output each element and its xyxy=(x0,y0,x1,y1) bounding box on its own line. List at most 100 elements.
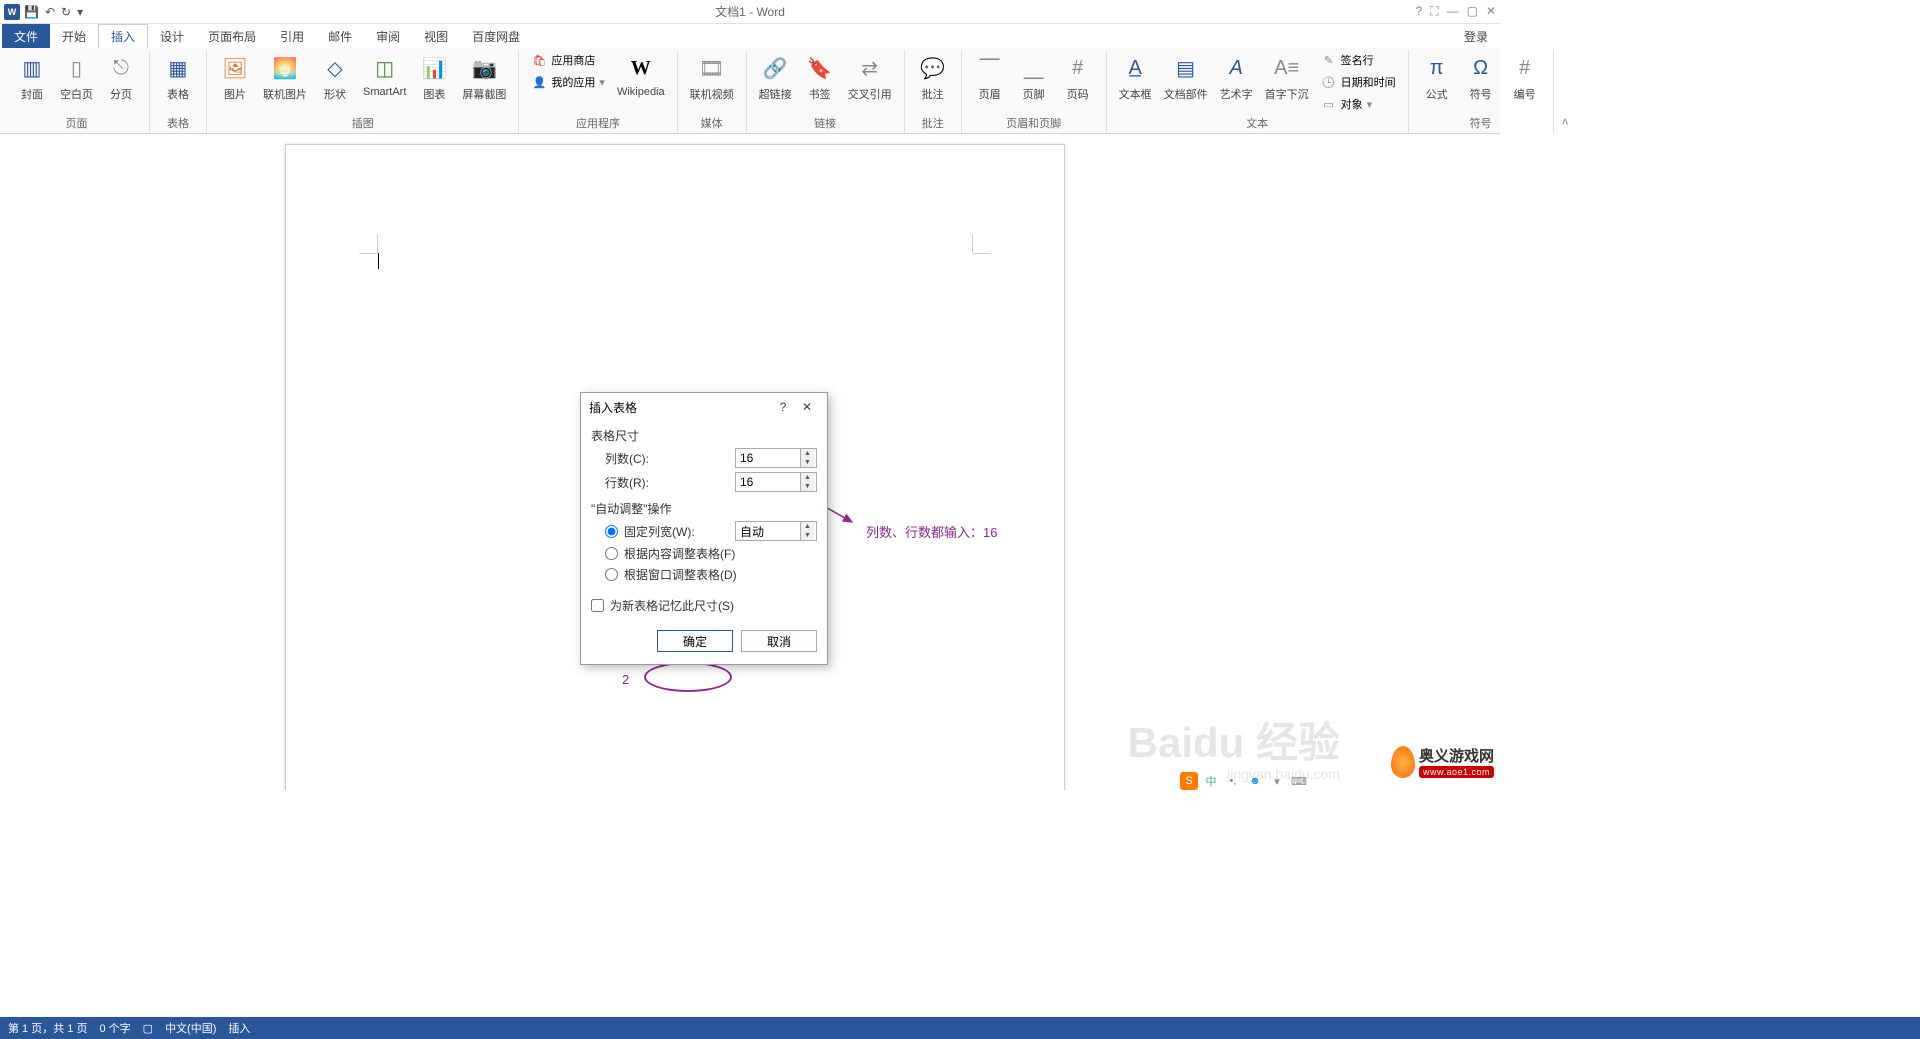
spin-up-icon[interactable]: ▲ xyxy=(801,473,814,482)
dialog-help-icon[interactable]: ? xyxy=(771,400,795,414)
object-button[interactable]: ▭对象 ▾ xyxy=(1317,94,1400,114)
spin-down-icon[interactable]: ▼ xyxy=(801,458,814,467)
rows-input[interactable] xyxy=(736,475,800,489)
tab-home[interactable]: 开始 xyxy=(50,24,98,48)
signature-button[interactable]: ✎签名行 xyxy=(1317,50,1400,70)
chart-button[interactable]: 📊图表 xyxy=(414,50,454,104)
qat-customize-icon[interactable]: ▾ xyxy=(77,5,83,19)
insert-table-dialog: 插入表格 ? ✕ 表格尺寸 列数(C): ▲▼ 行数(R): ▲▼ "自动 xyxy=(580,392,828,665)
wikipedia-button[interactable]: WWikipedia xyxy=(613,50,669,100)
tab-review[interactable]: 审阅 xyxy=(364,24,412,48)
screenshot-button[interactable]: 📷屏幕截图 xyxy=(458,50,510,104)
datetime-button[interactable]: 🕒日期和时间 xyxy=(1317,72,1400,92)
table-button[interactable]: ▦表格 xyxy=(158,50,198,104)
status-page[interactable]: 第 1 页，共 1 页 xyxy=(8,1020,87,1036)
dialog-auto-section: "自动调整"操作 xyxy=(591,500,817,517)
quickparts-button[interactable]: ▤文档部件 xyxy=(1160,50,1212,104)
dropcap-button[interactable]: A≡首字下沉 xyxy=(1261,50,1313,104)
spin-down-icon[interactable]: ▼ xyxy=(801,531,814,540)
cover-page-button[interactable]: ▥封面 xyxy=(12,50,52,104)
number-button[interactable]: #编号 xyxy=(1505,50,1545,104)
page-number-button[interactable]: #页码 xyxy=(1058,50,1098,104)
qat-redo-icon[interactable]: ↻ xyxy=(61,5,71,19)
dialog-titlebar[interactable]: 插入表格 ? ✕ xyxy=(581,393,827,421)
tab-references[interactable]: 引用 xyxy=(268,24,316,48)
spin-down-icon[interactable]: ▼ xyxy=(801,482,814,491)
crossref-button[interactable]: ⇄交叉引用 xyxy=(844,50,896,104)
group-text: A̲文本框 ▤文档部件 A艺术字 A≡首字下沉 ✎签名行 🕒日期和时间 ▭对象 … xyxy=(1107,50,1409,133)
fixed-width-input[interactable] xyxy=(736,524,800,538)
comment-button[interactable]: 💬批注 xyxy=(913,50,953,104)
rows-spinner[interactable]: ▲▼ xyxy=(735,472,817,492)
collapse-ribbon-icon[interactable]: ˄ xyxy=(1554,50,1577,133)
tab-view[interactable]: 视图 xyxy=(412,24,460,48)
watermark-baidu: Baidu 经验 xyxy=(1128,709,1340,770)
group-apps: 🛍应用商店 👤我的应用 ▾ WWikipedia 应用程序 xyxy=(519,50,677,133)
page-break-button[interactable]: ⎋分页 xyxy=(101,50,141,104)
restore-icon[interactable]: ▢ xyxy=(1467,4,1478,19)
document-area: 插入表格 ? ✕ 表格尺寸 列数(C): ▲▼ 行数(R): ▲▼ "自动 xyxy=(0,134,1500,790)
bookmark-button[interactable]: 🔖书签 xyxy=(800,50,840,104)
group-comments: 💬批注 批注 xyxy=(905,50,962,133)
group-header-footer: ⎺页眉 ⎽页脚 #页码 页眉和页脚 xyxy=(962,50,1107,133)
online-video-button[interactable]: 🎞联机视频 xyxy=(686,50,738,104)
spin-up-icon[interactable]: ▲ xyxy=(801,449,814,458)
footer-button[interactable]: ⎽页脚 xyxy=(1014,50,1054,104)
columns-input[interactable] xyxy=(736,451,800,465)
tab-insert[interactable]: 插入 xyxy=(98,24,148,48)
window-title: 文档1 - Word xyxy=(715,3,785,20)
shapes-button[interactable]: ◇形状 xyxy=(315,50,355,104)
columns-spinner[interactable]: ▲▼ xyxy=(735,448,817,468)
tab-layout[interactable]: 页面布局 xyxy=(196,24,268,48)
fixed-width-spinner[interactable]: ▲▼ xyxy=(735,521,817,541)
dialog-title-text: 插入表格 xyxy=(589,399,637,416)
minimize-icon[interactable]: — xyxy=(1447,4,1459,19)
title-bar: W 💾 ↶ ↻ ▾ 文档1 - Word ? ⛶ — ▢ ✕ xyxy=(0,0,1500,24)
tab-mailings[interactable]: 邮件 xyxy=(316,24,364,48)
dialog-close-icon[interactable]: ✕ xyxy=(795,400,819,414)
equation-button[interactable]: π公式 xyxy=(1417,50,1457,104)
autofit-window-radio[interactable] xyxy=(605,568,618,581)
wordart-button[interactable]: A艺术字 xyxy=(1216,50,1257,104)
spin-up-icon[interactable]: ▲ xyxy=(801,522,814,531)
blank-page-button[interactable]: ▯空白页 xyxy=(56,50,97,104)
textbox-button[interactable]: A̲文本框 xyxy=(1115,50,1156,104)
group-hf-label: 页眉和页脚 xyxy=(1006,115,1061,133)
picture-button[interactable]: 🖼图片 xyxy=(215,50,255,104)
app-store-button[interactable]: 🛍应用商店 xyxy=(527,50,609,70)
ok-button[interactable]: 确定 xyxy=(657,630,733,652)
status-words[interactable]: 0 个字 xyxy=(99,1020,130,1036)
tab-design[interactable]: 设计 xyxy=(148,24,196,48)
my-apps-button[interactable]: 👤我的应用 ▾ xyxy=(527,72,609,92)
remember-size-checkbox[interactable] xyxy=(591,599,604,612)
help-icon[interactable]: ? xyxy=(1416,4,1423,19)
tab-baidu[interactable]: 百度网盘 xyxy=(460,24,532,48)
group-pages-label: 页面 xyxy=(66,115,88,133)
ribbon-display-icon[interactable]: ⛶ xyxy=(1430,4,1438,19)
group-media: 🎞联机视频 媒体 xyxy=(678,50,747,133)
hyperlink-button[interactable]: 🔗超链接 xyxy=(755,50,796,104)
smartart-button[interactable]: ◫SmartArt xyxy=(359,50,410,100)
qat-undo-icon[interactable]: ↶ xyxy=(45,5,55,19)
header-button[interactable]: ⎺页眉 xyxy=(970,50,1010,104)
qat-save-icon[interactable]: 💾 xyxy=(24,5,39,19)
online-picture-button[interactable]: 🌅联机图片 xyxy=(259,50,311,104)
status-language[interactable]: 中文(中国) xyxy=(165,1020,216,1036)
ime-s-icon[interactable]: S xyxy=(1180,772,1198,790)
tab-file[interactable]: 文件 xyxy=(2,24,50,48)
status-mode[interactable]: 插入 xyxy=(228,1020,250,1036)
status-proofing-icon[interactable]: ▢ xyxy=(143,1022,153,1035)
login-link[interactable]: 登录 xyxy=(1452,24,1500,48)
symbol-button[interactable]: Ω符号 xyxy=(1461,50,1501,104)
fixed-width-radio[interactable] xyxy=(605,525,618,538)
cancel-button[interactable]: 取消 xyxy=(741,630,817,652)
autofit-content-radio[interactable] xyxy=(605,547,618,560)
watermark-aoe: 奥义游戏网 www.aoe1.com xyxy=(1391,745,1494,778)
group-illustrations-label: 插图 xyxy=(352,115,374,133)
close-icon[interactable]: ✕ xyxy=(1486,4,1496,19)
rows-label: 行数(R): xyxy=(605,474,735,491)
margin-corner-icon xyxy=(973,253,991,254)
group-symbols: π公式 Ω符号 #编号 符号 xyxy=(1409,50,1554,133)
watermark-aoe-text: 奥义游戏网 xyxy=(1419,745,1494,766)
margin-corner-icon xyxy=(972,235,973,253)
